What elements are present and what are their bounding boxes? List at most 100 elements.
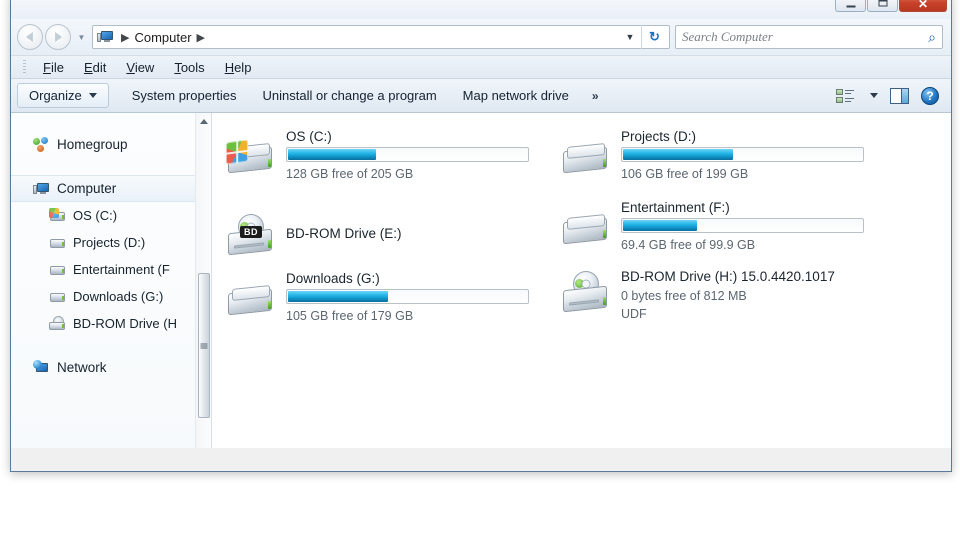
- capacity-bar: [621, 147, 864, 162]
- scrollbar-thumb[interactable]: [198, 273, 210, 418]
- drive-name: Entertainment (F:): [621, 200, 730, 215]
- drive-details: BD-ROM Drive (E:): [286, 206, 402, 244]
- menu-item-edit[interactable]: Edit: [74, 58, 116, 77]
- sidebar-item-label: Entertainment (F: [73, 262, 170, 277]
- menu-item-file[interactable]: File: [33, 58, 74, 77]
- drive-capacity-text: 0 bytes free of 812 MB: [621, 289, 747, 303]
- drive-filesystem-text: UDF: [621, 307, 647, 322]
- address-bar-row: ▼ ▶ Computer ▶ ▼ ↻ Search Computer ⌕: [11, 19, 951, 55]
- window-controls: ✕: [835, 0, 947, 12]
- capacity-bar: [621, 218, 864, 233]
- capacity-bar-fill: [288, 149, 377, 160]
- menu-item-help[interactable]: Help: [215, 58, 262, 77]
- capacity-bar-fill: [288, 291, 389, 302]
- sidebar-item-label: BD-ROM Drive (H: [73, 316, 177, 331]
- maximize-icon: [878, 0, 887, 9]
- capacity-bar-fill: [623, 220, 698, 231]
- breadcrumb-separator-trailing[interactable]: ▶: [192, 31, 210, 44]
- computer-icon: [33, 181, 50, 197]
- sidebar-item-downloads-g[interactable]: Downloads (G:): [11, 283, 211, 310]
- drive-item-os-c[interactable]: OS (C:) 128 GB free of 205 GB: [226, 127, 561, 198]
- system-properties-button[interactable]: System properties: [119, 84, 250, 107]
- drive-name: OS (C:): [286, 129, 332, 144]
- map-network-drive-button[interactable]: Map network drive: [450, 84, 582, 107]
- menu-grip[interactable]: [23, 60, 26, 74]
- view-list-icon: [836, 88, 854, 104]
- navigation-pane: Homegroup Computer OS (C:) Projects (D:)…: [11, 113, 211, 448]
- drive-capacity-text: 128 GB free of 205 GB: [286, 167, 414, 181]
- sidebar-item-label: Projects (D:): [73, 235, 146, 250]
- drive-details: OS (C:) 128 GB free of 205 GB: [286, 127, 529, 183]
- navigation-pane-scrollbar[interactable]: [195, 113, 211, 448]
- homegroup-icon: [33, 136, 50, 153]
- sidebar-item-label: Computer: [57, 181, 117, 196]
- menu-item-view[interactable]: View: [116, 58, 164, 77]
- drive-capacity-text: 105 GB free of 179 GB: [286, 309, 414, 323]
- sidebar-item-bd-rom-h[interactable]: BD-ROM Drive (H: [11, 310, 211, 337]
- organize-button[interactable]: Organize: [17, 83, 109, 108]
- hdd-icon: [49, 289, 66, 305]
- sidebar-item-label: Downloads (G:): [73, 289, 164, 304]
- uninstall-or-change-program-button[interactable]: Uninstall or change a program: [250, 84, 450, 107]
- drive-item-downloads-g[interactable]: Downloads (G:) 105 GB free of 179 GB: [226, 269, 561, 340]
- back-button[interactable]: [17, 24, 43, 50]
- search-box[interactable]: Search Computer ⌕: [675, 25, 943, 49]
- explorer-window: ✕ ▼ ▶ Computer ▶ ▼ ↻ Search Computer ⌕ F…: [10, 0, 952, 472]
- breadcrumb-computer[interactable]: Computer: [134, 30, 191, 45]
- sidebar-item-computer[interactable]: Computer: [11, 175, 211, 202]
- command-bar: Organize System properties Uninstall or …: [11, 79, 951, 113]
- drive-capacity-text: 69.4 GB free of 99.9 GB: [621, 238, 756, 252]
- drive-name: BD-ROM Drive (H:) 15.0.4420.1017: [621, 269, 835, 284]
- bd-label: BD: [240, 226, 262, 238]
- hdd-icon: [561, 135, 613, 181]
- refresh-button[interactable]: ↻: [641, 25, 667, 49]
- address-bar[interactable]: ▶ Computer ▶ ▼ ↻: [92, 25, 670, 49]
- pane-fade: [212, 388, 951, 448]
- minimize-button[interactable]: [835, 0, 866, 12]
- bd-rom-empty-icon: BD: [226, 214, 278, 260]
- menu-item-tools[interactable]: Tools: [164, 58, 214, 77]
- bd-rom-disc-icon: [561, 271, 613, 317]
- sidebar-item-network[interactable]: Network: [11, 354, 211, 381]
- drive-capacity-text: 106 GB free of 199 GB: [621, 167, 749, 181]
- address-dropdown-chevron-down-icon[interactable]: ▼: [619, 32, 641, 42]
- hdd-icon: [561, 206, 613, 252]
- sidebar-item-projects-d[interactable]: Projects (D:): [11, 229, 211, 256]
- recent-pages-chevron-down-icon[interactable]: ▼: [75, 33, 88, 42]
- scrollbar-grip: [200, 343, 208, 348]
- drive-item-projects-d[interactable]: Projects (D:) 106 GB free of 199 GB: [561, 127, 951, 198]
- sidebar-item-entertainment-f[interactable]: Entertainment (F: [11, 256, 211, 283]
- breadcrumb-separator-leading[interactable]: ▶: [116, 31, 134, 44]
- change-view-button[interactable]: [830, 84, 884, 108]
- menu-bar: File Edit View Tools Help: [11, 55, 951, 79]
- forward-button[interactable]: [45, 24, 71, 50]
- drive-item-entertainment-f[interactable]: Entertainment (F:) 69.4 GB free of 99.9 …: [561, 198, 951, 269]
- capacity-bar-fill: [623, 149, 733, 160]
- chevron-down-icon: [870, 93, 878, 98]
- drive-details: Entertainment (F:) 69.4 GB free of 99.9 …: [621, 198, 864, 254]
- help-button[interactable]: ?: [915, 83, 945, 109]
- show-preview-pane-button[interactable]: [884, 84, 915, 108]
- scroll-up-arrow-icon[interactable]: [199, 119, 208, 124]
- drive-item-bd-rom-e[interactable]: BD BD-ROM Drive (E:): [226, 198, 561, 269]
- hdd-windows-icon: [226, 135, 278, 181]
- toolbar-overflow-button[interactable]: »: [582, 85, 609, 107]
- sidebar-item-label: Homegroup: [57, 137, 128, 152]
- drive-details: BD-ROM Drive (H:) 15.0.4420.1017 0 bytes…: [621, 269, 835, 323]
- capacity-bar: [286, 147, 529, 162]
- sidebar-item-os-c[interactable]: OS (C:): [11, 202, 211, 229]
- computer-icon: [97, 29, 114, 45]
- network-icon: [33, 359, 50, 376]
- search-input[interactable]: Search Computer: [682, 29, 928, 45]
- maximize-button[interactable]: [867, 0, 898, 12]
- sidebar-item-homegroup[interactable]: Homegroup: [11, 131, 211, 158]
- help-icon: ?: [921, 86, 939, 105]
- close-button[interactable]: ✕: [899, 0, 947, 12]
- hdd-icon: [49, 235, 66, 251]
- title-bar: ✕: [11, 0, 951, 19]
- chevron-down-icon: [88, 93, 97, 98]
- sidebar-item-label: OS (C:): [73, 208, 118, 223]
- hdd-icon: [49, 262, 66, 278]
- drive-item-bd-rom-h[interactable]: BD-ROM Drive (H:) 15.0.4420.1017 0 bytes…: [561, 269, 951, 347]
- drive-details: Downloads (G:) 105 GB free of 179 GB: [286, 269, 529, 325]
